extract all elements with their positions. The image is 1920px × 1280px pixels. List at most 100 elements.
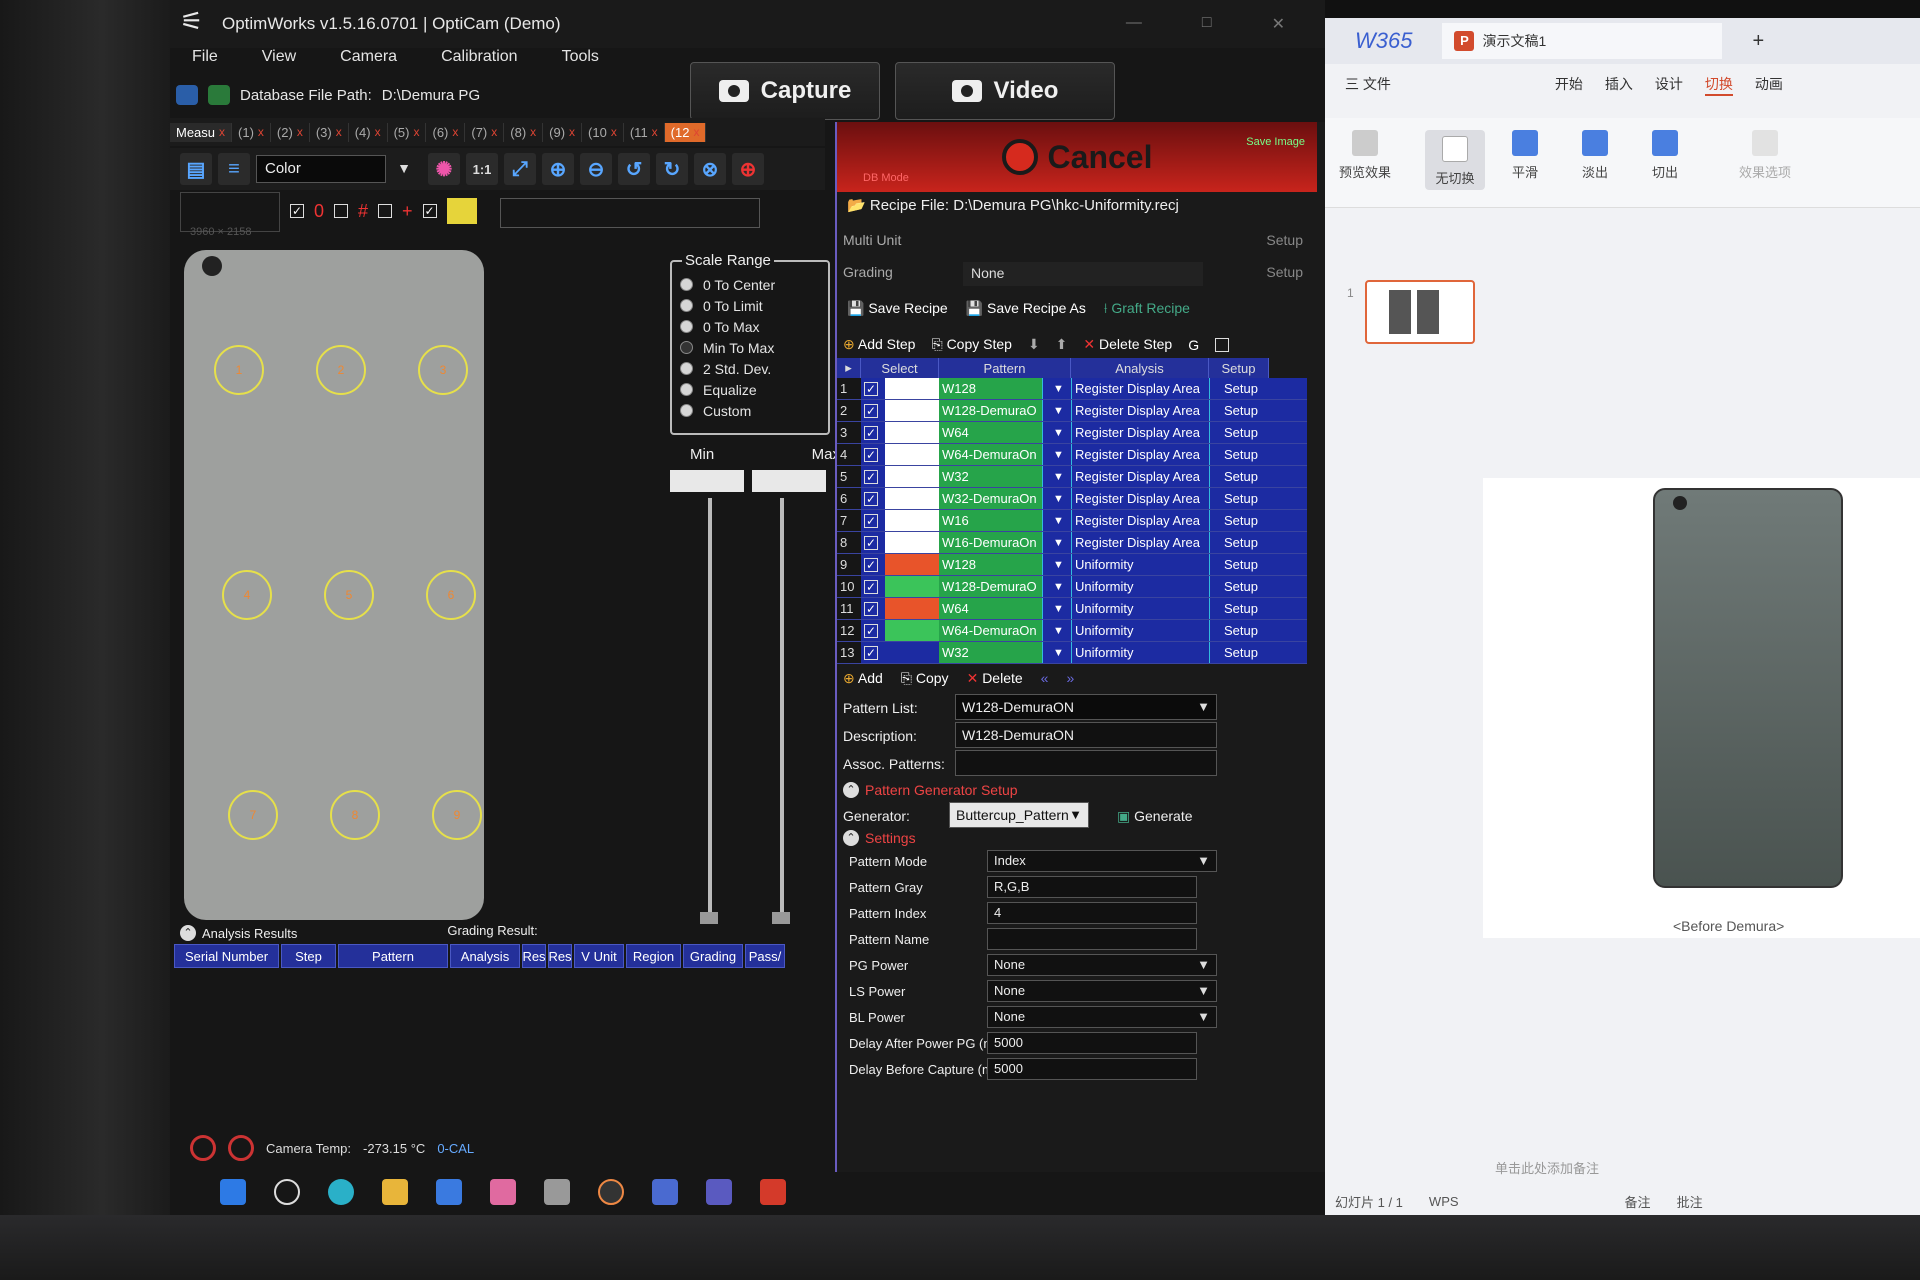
multi-unit-setup-button[interactable]: Setup	[1266, 232, 1303, 248]
step-analysis[interactable]: Uniformity	[1071, 598, 1209, 619]
prev-icon[interactable]: «	[1041, 670, 1049, 687]
max-slider[interactable]	[780, 498, 784, 918]
step-enabled-checkbox[interactable]: ✓	[861, 554, 885, 575]
measurement-spot[interactable]: 4	[222, 570, 272, 620]
radio-custom[interactable]: Custom	[680, 400, 820, 421]
chevron-down-icon[interactable]: ▼	[1043, 554, 1071, 575]
close-icon[interactable]: x	[297, 125, 303, 139]
step-color-swatch[interactable]	[885, 642, 939, 663]
chevron-down-icon[interactable]: ▼	[1043, 620, 1071, 641]
step-pattern[interactable]: W32-DemuraOn	[939, 488, 1043, 509]
camera-preview[interactable]: 1 2 3 4 5 6 7 8 9	[184, 250, 484, 920]
step-enabled-checkbox[interactable]: ✓	[861, 642, 885, 663]
step-setup-button[interactable]: Setup	[1209, 510, 1269, 531]
min-value-field[interactable]	[670, 470, 744, 492]
setting-field[interactable]	[987, 928, 1197, 950]
paint-icon[interactable]	[490, 1179, 516, 1205]
edge-icon[interactable]	[328, 1179, 354, 1205]
step-pattern[interactable]: W128-DemuraO	[939, 576, 1043, 597]
table-row[interactable]: 3 ✓ W64 ▼ Register Display Area Setup	[837, 422, 1307, 444]
zoom-out-icon[interactable]: ⊖	[580, 153, 612, 185]
pattern-list-select[interactable]: W128-DemuraON ▼	[955, 694, 1217, 720]
notes-placeholder[interactable]: 单击此处添加备注	[1495, 1158, 1599, 1177]
step-color-swatch[interactable]	[885, 598, 939, 619]
step-setup-button[interactable]: Setup	[1209, 532, 1269, 553]
step-pattern[interactable]: W64-DemuraOn	[939, 444, 1043, 465]
step-setup-button[interactable]: Setup	[1209, 620, 1269, 641]
tab-2[interactable]: (2) x	[271, 122, 310, 142]
show-spots-checkbox[interactable]: ✓	[290, 204, 304, 218]
close-icon[interactable]: x	[569, 125, 575, 139]
menu-transitions[interactable]: 切换	[1704, 74, 1733, 96]
col-analysis[interactable]: Analysis	[450, 944, 520, 968]
menu-file[interactable]: File	[192, 48, 218, 66]
zoom-in-icon[interactable]: ⊕	[542, 153, 574, 185]
media-player-icon[interactable]	[598, 1179, 624, 1205]
setting-field[interactable]: None ▼	[987, 980, 1217, 1002]
menu-animations[interactable]: 动画	[1755, 74, 1783, 96]
step-enabled-checkbox[interactable]: ✓	[861, 620, 885, 641]
close-icon[interactable]: x	[375, 125, 381, 139]
show-cross-checkbox[interactable]	[378, 204, 393, 218]
menu-tools[interactable]: Tools	[562, 48, 599, 66]
col-res-2[interactable]: Res	[548, 944, 572, 968]
tab-4[interactable]: (4) x	[349, 122, 388, 142]
step-setup-button[interactable]: Setup	[1209, 576, 1269, 597]
show-grid-checkbox[interactable]	[334, 204, 349, 218]
step-pattern[interactable]: W128	[939, 554, 1043, 575]
table-row[interactable]: 13 ✓ W32 ▼ Uniformity Setup	[837, 642, 1307, 664]
setting-field[interactable]: 5000	[987, 1058, 1197, 1080]
color-wheel-icon[interactable]: ✺	[428, 153, 460, 185]
step-color-swatch[interactable]	[885, 422, 939, 443]
step-analysis[interactable]: Register Display Area	[1071, 532, 1209, 553]
radio-equalize[interactable]: Equalize	[680, 379, 820, 400]
wps-logo[interactable]: W365	[1325, 28, 1442, 54]
tab-3[interactable]: (3) x	[310, 122, 349, 142]
capture-button[interactable]: Capture	[690, 62, 880, 120]
crosshair-icon[interactable]: ⊕	[732, 153, 764, 185]
step-enabled-checkbox[interactable]: ✓	[861, 444, 885, 465]
database-connect-icon[interactable]	[208, 85, 230, 105]
table-row[interactable]: 9 ✓ W128 ▼ Uniformity Setup	[837, 554, 1307, 576]
windows-start-icon[interactable]	[220, 1179, 246, 1205]
new-tab-icon[interactable]: +	[1752, 30, 1764, 53]
tab-11[interactable]: (11 x	[624, 122, 665, 142]
measurement-spot[interactable]: 5	[324, 570, 374, 620]
minimize-icon[interactable]: —	[1126, 14, 1142, 34]
step-analysis[interactable]: Uniformity	[1071, 576, 1209, 597]
radio-0-to-center[interactable]: 0 To Center	[680, 274, 820, 295]
menu-camera[interactable]: Camera	[340, 48, 397, 66]
step-enabled-checkbox[interactable]: ✓	[861, 378, 885, 399]
chevron-down-icon[interactable]: ▼	[1043, 598, 1071, 619]
step-enabled-checkbox[interactable]: ✓	[861, 576, 885, 597]
col-step[interactable]: Step	[281, 944, 336, 968]
tab-1[interactable]: (1) x	[232, 122, 271, 142]
no-transition-button[interactable]: 无切换	[1425, 130, 1485, 190]
delete-step-button[interactable]: ✕ Delete Step	[1083, 336, 1172, 353]
max-value-field[interactable]	[752, 470, 826, 492]
measurement-spot[interactable]: 3	[418, 345, 468, 395]
preview-effect-button[interactable]: 预览效果	[1335, 130, 1395, 181]
step-analysis[interactable]: Register Display Area	[1071, 400, 1209, 421]
step-color-swatch[interactable]	[885, 466, 939, 487]
step-analysis[interactable]: Register Display Area	[1071, 510, 1209, 531]
radio-2-std-dev[interactable]: 2 Std. Dev.	[680, 358, 820, 379]
step-pattern[interactable]: W64-DemuraOn	[939, 620, 1043, 641]
tab-8[interactable]: (8) x	[504, 122, 544, 142]
table-row[interactable]: 1 ✓ W128 ▼ Register Display Area Setup	[837, 378, 1307, 400]
table-row[interactable]: 10 ✓ W128-DemuraO ▼ Uniformity Setup	[837, 576, 1307, 598]
chevron-down-icon[interactable]: ▼	[1043, 488, 1071, 509]
setting-field[interactable]: 4	[987, 902, 1197, 924]
cut-button[interactable]: 切出	[1635, 130, 1695, 181]
setting-field[interactable]: Index ▼	[987, 850, 1217, 872]
settings-header[interactable]: ⌃ Settings	[843, 830, 916, 846]
rotate-right-icon[interactable]: ↻	[656, 153, 688, 185]
radio-0-to-max[interactable]: 0 To Max	[680, 316, 820, 337]
step-enabled-checkbox[interactable]: ✓	[861, 400, 885, 421]
step-pattern[interactable]: W32	[939, 466, 1043, 487]
table-row[interactable]: 5 ✓ W32 ▼ Register Display Area Setup	[837, 466, 1307, 488]
table-row[interactable]: 2 ✓ W128-DemuraO ▼ Register Display Area Setu…	[837, 400, 1307, 422]
coordinate-field[interactable]	[500, 198, 760, 228]
video-button[interactable]: Video	[895, 62, 1115, 120]
setting-field[interactable]: R,G,B	[987, 876, 1197, 898]
